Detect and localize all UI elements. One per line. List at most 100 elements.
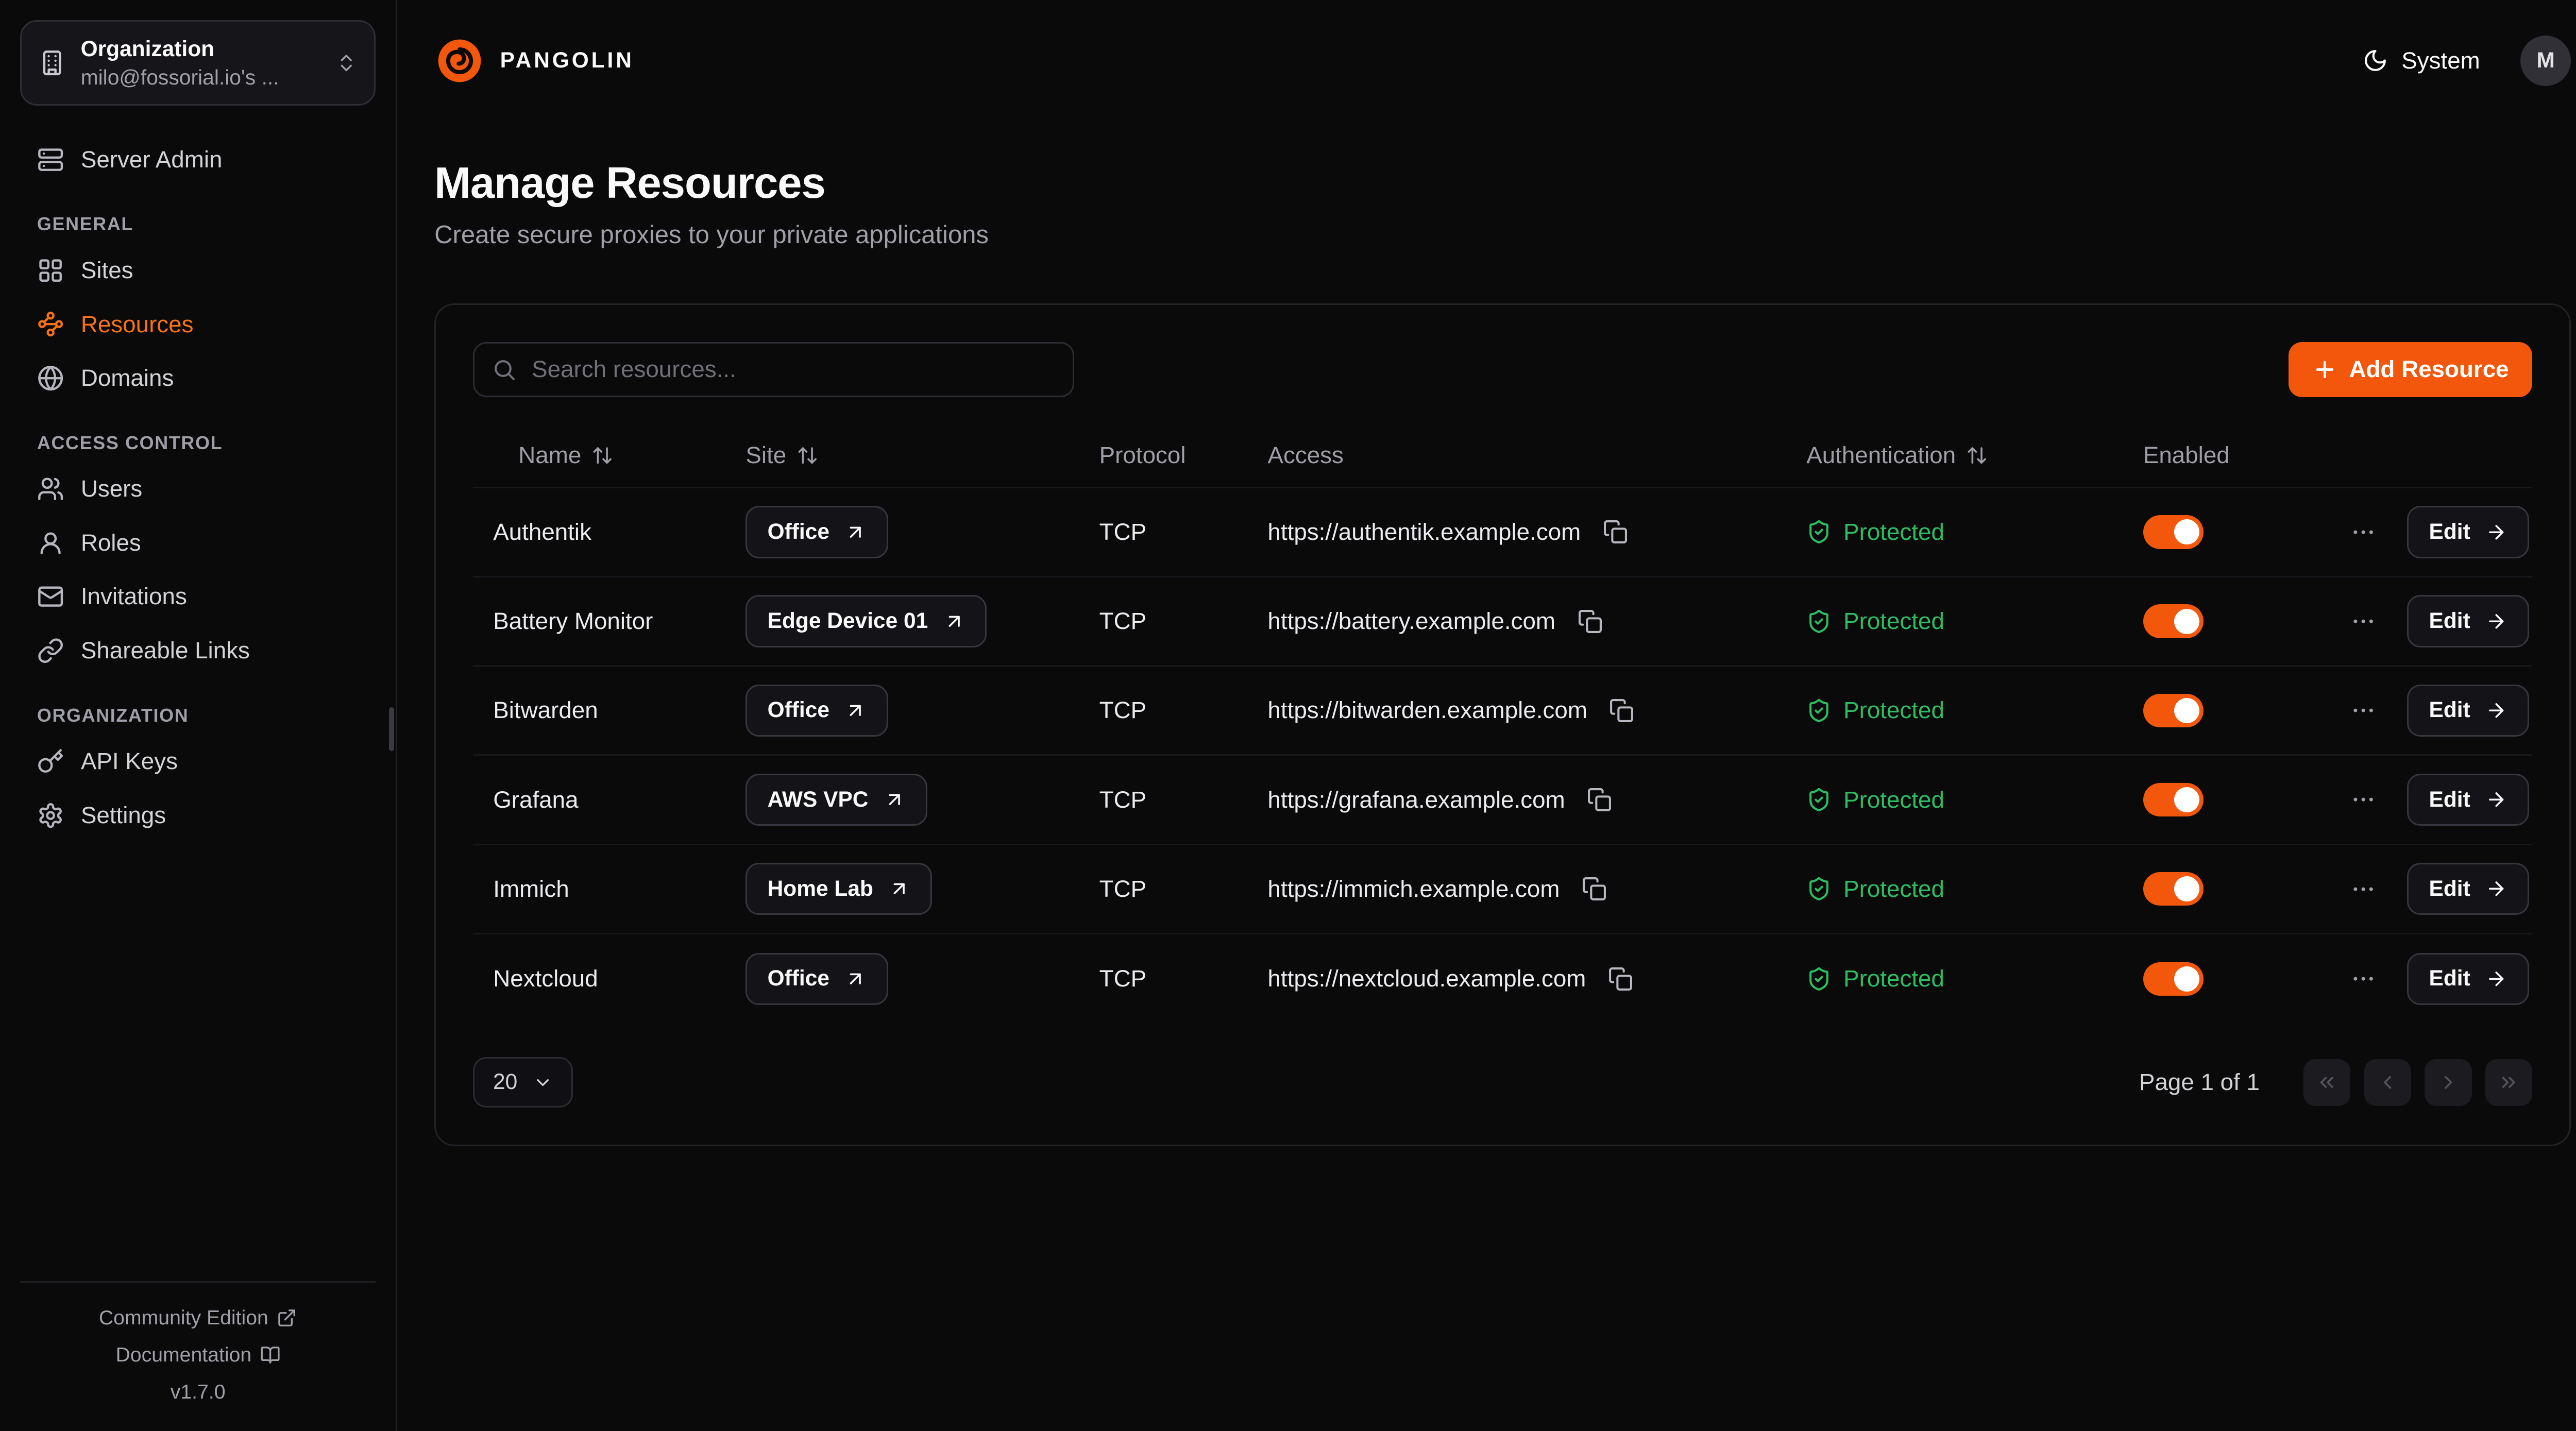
- theme-label: System: [2401, 47, 2480, 74]
- site-link-button[interactable]: Home Lab: [745, 863, 932, 915]
- site-link-button[interactable]: Edge Device 01: [745, 595, 987, 647]
- resource-name: Immich: [493, 876, 569, 902]
- arrow-up-right-icon: [844, 521, 866, 543]
- sidebar-item-invitations[interactable]: Invitations: [20, 570, 376, 624]
- protocol-value: TCP: [1099, 608, 1147, 635]
- copy-url-button[interactable]: [1599, 516, 1631, 548]
- column-header-name[interactable]: Name: [473, 442, 725, 469]
- sidebar-item-api-keys[interactable]: API Keys: [20, 735, 376, 789]
- column-header-authentication[interactable]: Authentication: [1786, 442, 2123, 469]
- sidebar-item-domains[interactable]: Domains: [20, 351, 376, 405]
- last-page-button[interactable]: [2485, 1059, 2533, 1106]
- enabled-toggle[interactable]: [2143, 604, 2204, 638]
- sidebar-item-resources[interactable]: Resources: [20, 297, 376, 351]
- edit-label: Edit: [2429, 966, 2470, 991]
- link-icon: [37, 637, 64, 664]
- toggle-knob: [2174, 698, 2199, 723]
- edit-button[interactable]: Edit: [2407, 953, 2529, 1005]
- search-wrap: [473, 342, 1074, 398]
- moon-icon: [2363, 48, 2388, 73]
- cell-authentication: Protected: [1786, 876, 2123, 902]
- sidebar-scrollbar-thumb[interactable]: [389, 707, 394, 751]
- arrow-right-icon: [2485, 878, 2507, 899]
- enabled-toggle[interactable]: [2143, 515, 2204, 549]
- enabled-toggle[interactable]: [2143, 694, 2204, 727]
- site-link-button[interactable]: AWS VPC: [745, 774, 927, 826]
- enabled-toggle[interactable]: [2143, 962, 2204, 996]
- theme-selector[interactable]: System: [2363, 47, 2480, 74]
- search-input[interactable]: [473, 342, 1074, 398]
- plus-icon: [2312, 357, 2337, 382]
- add-resource-button[interactable]: Add Resource: [2289, 342, 2533, 398]
- sidebar-item-server-admin[interactable]: Server Admin: [20, 133, 376, 187]
- row-menu-button[interactable]: [2347, 515, 2380, 549]
- site-link-button[interactable]: Office: [745, 506, 888, 558]
- copy-url-button[interactable]: [1604, 963, 1636, 995]
- arrow-up-right-icon: [844, 968, 866, 990]
- copy-icon: [1578, 609, 1603, 634]
- community-edition-label: Community Edition: [99, 1300, 268, 1337]
- community-edition-link[interactable]: Community Edition: [20, 1300, 376, 1337]
- row-menu-button[interactable]: [2347, 694, 2380, 727]
- site-name: Edge Device 01: [768, 609, 928, 634]
- documentation-link[interactable]: Documentation: [20, 1337, 376, 1374]
- row-menu-button[interactable]: [2347, 783, 2380, 816]
- sidebar-item-sites[interactable]: Sites: [20, 244, 376, 298]
- protocol-value: TCP: [1099, 876, 1147, 902]
- shield-check-icon: [1806, 519, 1832, 544]
- column-header-site[interactable]: Site: [725, 442, 1079, 469]
- users-icon: [37, 475, 64, 502]
- cell-site: Office: [725, 685, 1079, 737]
- edit-button[interactable]: Edit: [2407, 595, 2529, 647]
- gear-icon: [37, 802, 64, 829]
- shield-check-icon: [1806, 966, 1832, 992]
- copy-url-button[interactable]: [1578, 873, 1610, 905]
- copy-icon: [1608, 966, 1633, 992]
- sidebar-nav: Server Admin GENERAL Sites Resources Do: [20, 133, 376, 842]
- card-footer: 20 Page 1 of 1: [473, 1057, 2532, 1108]
- page-size-select[interactable]: 20: [473, 1057, 573, 1108]
- site-link-button[interactable]: Office: [745, 685, 888, 737]
- cell-authentication: Protected: [1786, 608, 2123, 635]
- previous-page-button[interactable]: [2364, 1059, 2412, 1106]
- ellipsis-icon: [2350, 965, 2377, 992]
- copy-url-button[interactable]: [1606, 694, 1638, 726]
- enabled-toggle[interactable]: [2143, 783, 2204, 816]
- sidebar-item-users[interactable]: Users: [20, 462, 376, 516]
- row-menu-button[interactable]: [2347, 604, 2380, 638]
- arrow-up-right-icon: [884, 789, 905, 810]
- search-icon: [492, 357, 517, 382]
- access-url: https://nextcloud.example.com: [1267, 965, 1586, 992]
- auth-status-label: Protected: [1843, 787, 1944, 813]
- edit-button[interactable]: Edit: [2407, 863, 2529, 915]
- copy-url-button[interactable]: [1574, 605, 1606, 637]
- cell-protocol: TCP: [1079, 876, 1247, 902]
- page-size-value: 20: [493, 1070, 517, 1095]
- sidebar-item-shareable-links[interactable]: Shareable Links: [20, 624, 376, 678]
- ellipsis-icon: [2350, 697, 2377, 724]
- chevrons-right-icon: [2498, 1071, 2519, 1093]
- book-icon: [260, 1345, 280, 1365]
- avatar[interactable]: M: [2520, 36, 2571, 86]
- row-menu-button[interactable]: [2347, 962, 2380, 996]
- table-row: Nextcloud Office TCP https://nextcloud.e…: [473, 934, 2532, 1024]
- sidebar-item-roles[interactable]: Roles: [20, 516, 376, 570]
- first-page-button[interactable]: [2303, 1059, 2351, 1106]
- enabled-toggle[interactable]: [2143, 872, 2204, 906]
- row-menu-button[interactable]: [2347, 872, 2380, 906]
- access-url: https://grafana.example.com: [1267, 787, 1565, 813]
- site-link-button[interactable]: Office: [745, 953, 888, 1005]
- cell-name: Immich: [473, 876, 725, 902]
- cell-protocol: TCP: [1079, 519, 1247, 546]
- edit-button[interactable]: Edit: [2407, 774, 2529, 826]
- access-url: https://battery.example.com: [1267, 608, 1555, 635]
- sidebar-item-settings[interactable]: Settings: [20, 789, 376, 843]
- edit-button[interactable]: Edit: [2407, 506, 2529, 558]
- sidebar-item-label: Users: [81, 475, 142, 502]
- edit-button[interactable]: Edit: [2407, 685, 2529, 737]
- copy-url-button[interactable]: [1584, 783, 1616, 815]
- org-selector[interactable]: Organization milo@fossorial.io's ...: [20, 20, 376, 106]
- section-label-organization: ORGANIZATION: [37, 705, 359, 726]
- cell-actions: Edit: [2321, 685, 2532, 737]
- next-page-button[interactable]: [2425, 1059, 2472, 1106]
